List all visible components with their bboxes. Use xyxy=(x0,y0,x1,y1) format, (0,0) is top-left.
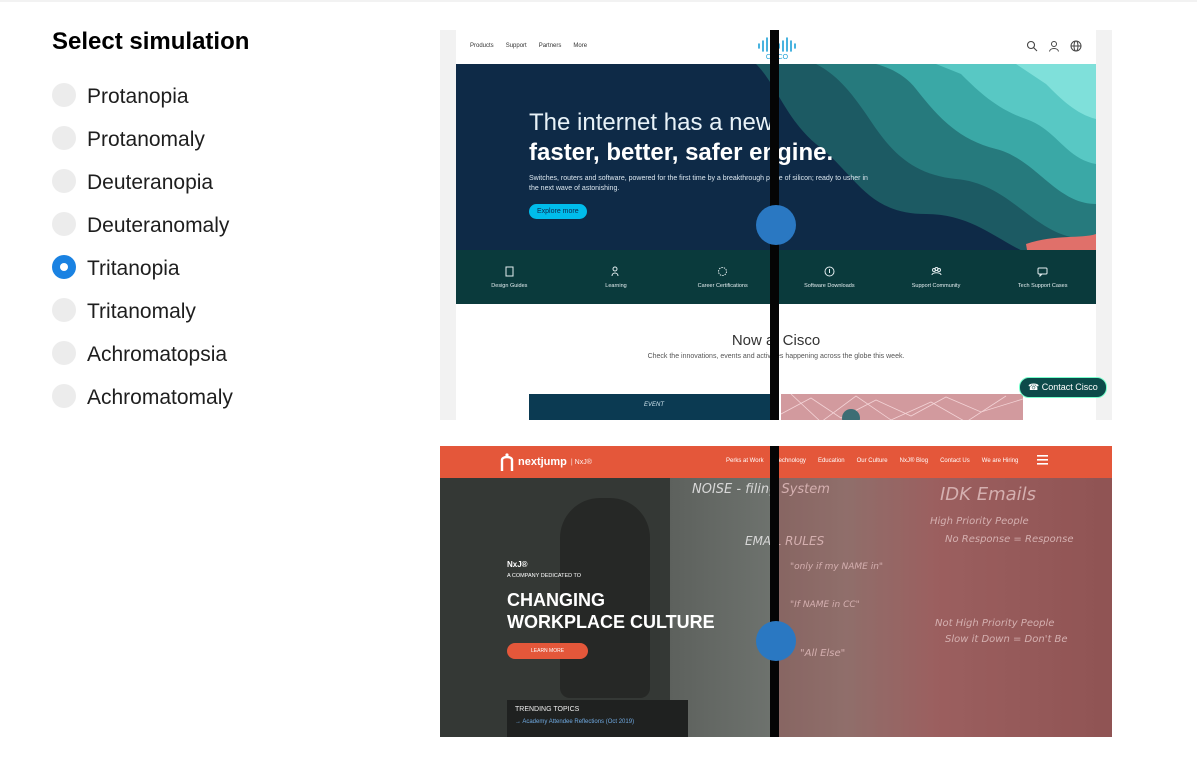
radio-button-selected[interactable] xyxy=(52,255,76,279)
community-icon xyxy=(931,266,942,275)
option-protanomaly[interactable]: Protanomaly xyxy=(52,125,233,168)
trending-link[interactable]: → Academy Attendee Reflections (Oct 2019… xyxy=(515,719,680,725)
nav-link: Support xyxy=(505,43,527,49)
learning-icon xyxy=(611,266,618,276)
nav-link: Partners xyxy=(538,43,562,49)
software-downloads-link[interactable]: Software Downloads xyxy=(776,250,883,304)
radio-button[interactable] xyxy=(52,384,76,408)
comparison-divider[interactable] xyxy=(770,446,779,737)
hero-subtext: Switches, routers and software, powered … xyxy=(529,175,868,192)
option-protanopia[interactable]: Protanopia xyxy=(52,82,233,125)
hero-title-line2: WORKPLACE CULTURE xyxy=(507,612,715,632)
trending-title: TRENDING TOPICS xyxy=(515,706,580,713)
panel-title: Select simulation xyxy=(52,28,250,55)
nav-link: More xyxy=(573,43,588,49)
nav-link[interactable]: Technology xyxy=(776,458,806,464)
radio-button[interactable] xyxy=(52,126,76,150)
option-label: Protanopia xyxy=(87,85,189,108)
document-icon xyxy=(505,266,514,276)
hero-headline-bold: faster, better, safer engine. xyxy=(529,139,834,166)
option-label: Protanomaly xyxy=(87,128,205,151)
hero-kicker: NxJ® xyxy=(507,560,528,569)
contact-cisco-button[interactable]: ☎ Contact Cisco xyxy=(1019,377,1107,398)
option-label: Deuteranopia xyxy=(87,171,214,194)
badge-icon xyxy=(718,266,728,276)
comparison-slider-handle[interactable] xyxy=(756,621,796,661)
nextjump-logo[interactable]: nextjump | NxJ® xyxy=(500,453,592,471)
event-card[interactable]: EVENT xyxy=(529,394,779,420)
top-border xyxy=(0,0,1197,2)
option-label: Achromatomaly xyxy=(87,386,233,409)
explore-more-button[interactable]: Explore more xyxy=(529,204,587,219)
radio-button[interactable] xyxy=(52,169,76,193)
nav-link[interactable]: NxJ® Blog xyxy=(900,458,928,464)
radio-button[interactable] xyxy=(52,341,76,365)
user-icon[interactable] xyxy=(1048,40,1060,52)
hero-headline: The internet has a new xyxy=(529,109,774,136)
option-deuteranomaly[interactable]: Deuteranomaly xyxy=(52,211,233,254)
hero-text: NxJ® A COMPANY DEDICATED TO CHANGING WOR… xyxy=(507,560,715,659)
option-achromatopsia[interactable]: Achromatopsia xyxy=(52,340,233,383)
option-achromatomaly[interactable]: Achromatomaly xyxy=(52,383,233,426)
support-community-link[interactable]: Support Community xyxy=(883,250,990,304)
option-label: Tritanopia xyxy=(87,257,180,280)
option-deuteranopia[interactable]: Deuteranopia xyxy=(52,168,233,211)
nav-link[interactable]: We are Hiring xyxy=(982,458,1019,464)
trending-topics-box: TRENDING TOPICS → Academy Attendee Refle… xyxy=(507,700,688,737)
radio-button[interactable] xyxy=(52,83,76,107)
hero-subtitle: A COMPANY DEDICATED TO xyxy=(507,573,582,579)
hero-title-line1: CHANGING xyxy=(507,590,605,610)
simulation-radio-group: Protanopia Protanomaly Deuteranopia Deut… xyxy=(52,82,233,426)
phone-icon: ☎ xyxy=(1028,382,1042,392)
nav-link: Products xyxy=(470,43,494,49)
hamburger-menu-icon[interactable] xyxy=(1037,455,1048,465)
nav-link[interactable]: Education xyxy=(818,458,845,464)
nextjump-mark-icon xyxy=(500,453,514,471)
learning-link[interactable]: Learning xyxy=(563,250,670,304)
comparison-slider-handle[interactable] xyxy=(756,205,796,245)
learn-more-button[interactable]: LEARN MORE xyxy=(507,643,589,659)
simulated-tint-overlay xyxy=(775,478,1112,737)
option-label: Tritanomaly xyxy=(87,300,196,323)
comparison-frame-nextjump: nextjump | NxJ® Perks at Work Technology… xyxy=(440,446,1112,737)
career-certifications-link[interactable]: Career Certifications xyxy=(669,250,776,304)
download-icon xyxy=(824,266,835,276)
option-tritanopia[interactable]: Tritanopia xyxy=(52,254,233,297)
nav-link[interactable]: Perks at Work xyxy=(726,458,764,464)
option-label: Achromatopsia xyxy=(87,343,228,366)
globe-icon[interactable] xyxy=(1070,40,1082,52)
option-tritanomaly[interactable]: Tritanomaly xyxy=(52,297,233,340)
tech-support-cases-link[interactable]: Tech Support Cases xyxy=(989,250,1096,304)
option-label: Deuteranomaly xyxy=(87,214,230,237)
chat-icon xyxy=(1037,267,1048,277)
nav-link[interactable]: Our Culture xyxy=(857,458,888,464)
radio-button[interactable] xyxy=(52,212,76,236)
design-guides-link[interactable]: Design Guides xyxy=(456,250,563,304)
radio-button[interactable] xyxy=(52,298,76,322)
nav-link[interactable]: Contact Us xyxy=(940,458,970,464)
search-icon[interactable] xyxy=(1026,40,1038,52)
comparison-frame-cisco: Products Support Partners More CISCO xyxy=(440,30,1112,420)
event-image xyxy=(781,394,1023,420)
